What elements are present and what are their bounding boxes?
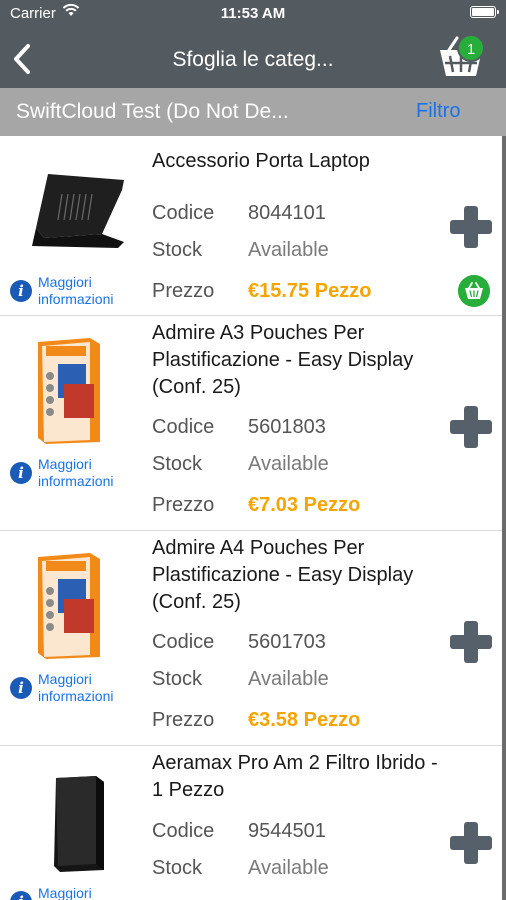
more-info-link[interactable]: i Maggiori informazioni: [10, 885, 140, 900]
status-bar: Carrier 11:53 AM: [0, 0, 506, 26]
more-info-label: Maggiori informazioni: [38, 671, 114, 704]
product-name: Admire A4 Pouches Per Plastificazione - …: [152, 537, 414, 613]
top-bar: Carrier 11:53 AM Sfoglia le categ...: [0, 0, 506, 88]
store-bar: SwiftCloud Test (Do Not De... Filtro: [0, 88, 506, 136]
code-value: 5601703: [248, 631, 326, 653]
code-label: Codice: [152, 631, 215, 653]
more-info-label: Maggiori informazioni: [38, 274, 114, 307]
add-to-cart-plus-icon[interactable]: [450, 406, 492, 448]
product-name: Accessorio Porta Laptop: [152, 150, 370, 172]
product-row[interactable]: i Maggiori informazioni Aeramax Pro Am 2…: [0, 746, 506, 900]
laptop-stand-image: [32, 174, 124, 248]
in-cart-basket-icon: [458, 275, 490, 307]
store-name: SwiftCloud Test (Do Not De...: [16, 100, 289, 123]
a4-pouches-box-image: [38, 553, 100, 659]
add-to-cart-plus-icon[interactable]: [450, 621, 492, 663]
info-icon: i: [10, 677, 32, 699]
info-icon: i: [10, 891, 32, 900]
product-name: Aeramax Pro Am 2 Filtro Ibrido - 1 Pezzo: [152, 752, 438, 801]
stock-value: Available: [248, 668, 329, 690]
navigation-bar: Sfoglia le categ...: [0, 26, 506, 88]
stock-label: Stock: [152, 857, 203, 879]
stock-label: Stock: [152, 239, 203, 261]
price-value: €15.75 Pezzo: [248, 280, 372, 302]
code-label: Codice: [152, 202, 215, 224]
air-purifier-filter-image: [54, 776, 104, 872]
product-row[interactable]: i Maggiori informazioni Accessorio Porta…: [0, 136, 506, 316]
stock-value: Available: [248, 453, 329, 475]
more-info-link[interactable]: i Maggiori informazioni: [10, 274, 140, 310]
info-icon: i: [10, 280, 32, 302]
product-row[interactable]: i Maggiori informazioni Admire A4 Pouche…: [0, 531, 506, 746]
product-row[interactable]: i Maggiori informazioni Admire A3 Pouche…: [0, 316, 506, 531]
add-to-cart-plus-icon[interactable]: [450, 822, 492, 864]
filter-button[interactable]: Filtro: [416, 100, 460, 123]
price-label: Prezzo: [152, 494, 215, 516]
cart-count-badge: 1: [457, 34, 485, 62]
code-label: Codice: [152, 416, 215, 438]
battery-icon: [470, 6, 499, 18]
scroll-indicator[interactable]: [502, 136, 506, 900]
product-name: Admire A3 Pouches Per Plastificazione - …: [152, 322, 414, 398]
more-info-link[interactable]: i Maggiori informazioni: [10, 456, 140, 492]
stock-label: Stock: [152, 453, 203, 475]
price-value: €3.58 Pezzo: [248, 709, 361, 731]
code-label: Codice: [152, 820, 215, 842]
a3-pouches-box-image: [38, 338, 100, 444]
stock-value: Available: [248, 857, 329, 879]
price-label: Prezzo: [152, 280, 215, 302]
more-info-label: Maggiori informazioni: [38, 885, 92, 900]
code-value: 9544501: [248, 820, 326, 842]
stock-value: Available: [248, 239, 329, 261]
page-title: Sfoglia le categ...: [172, 48, 334, 71]
price-value: €7.03 Pezzo: [248, 494, 361, 516]
more-info-link[interactable]: i Maggiori informazioni: [10, 671, 140, 707]
add-to-cart-plus-icon[interactable]: [450, 206, 492, 248]
code-value: 5601803: [248, 416, 326, 438]
more-info-label: Maggiori informazioni: [38, 456, 114, 489]
code-value: 8044101: [248, 202, 326, 224]
status-time: 11:53 AM: [220, 5, 286, 22]
stock-label: Stock: [152, 668, 203, 690]
price-label: Prezzo: [152, 709, 215, 731]
info-icon: i: [10, 462, 32, 484]
